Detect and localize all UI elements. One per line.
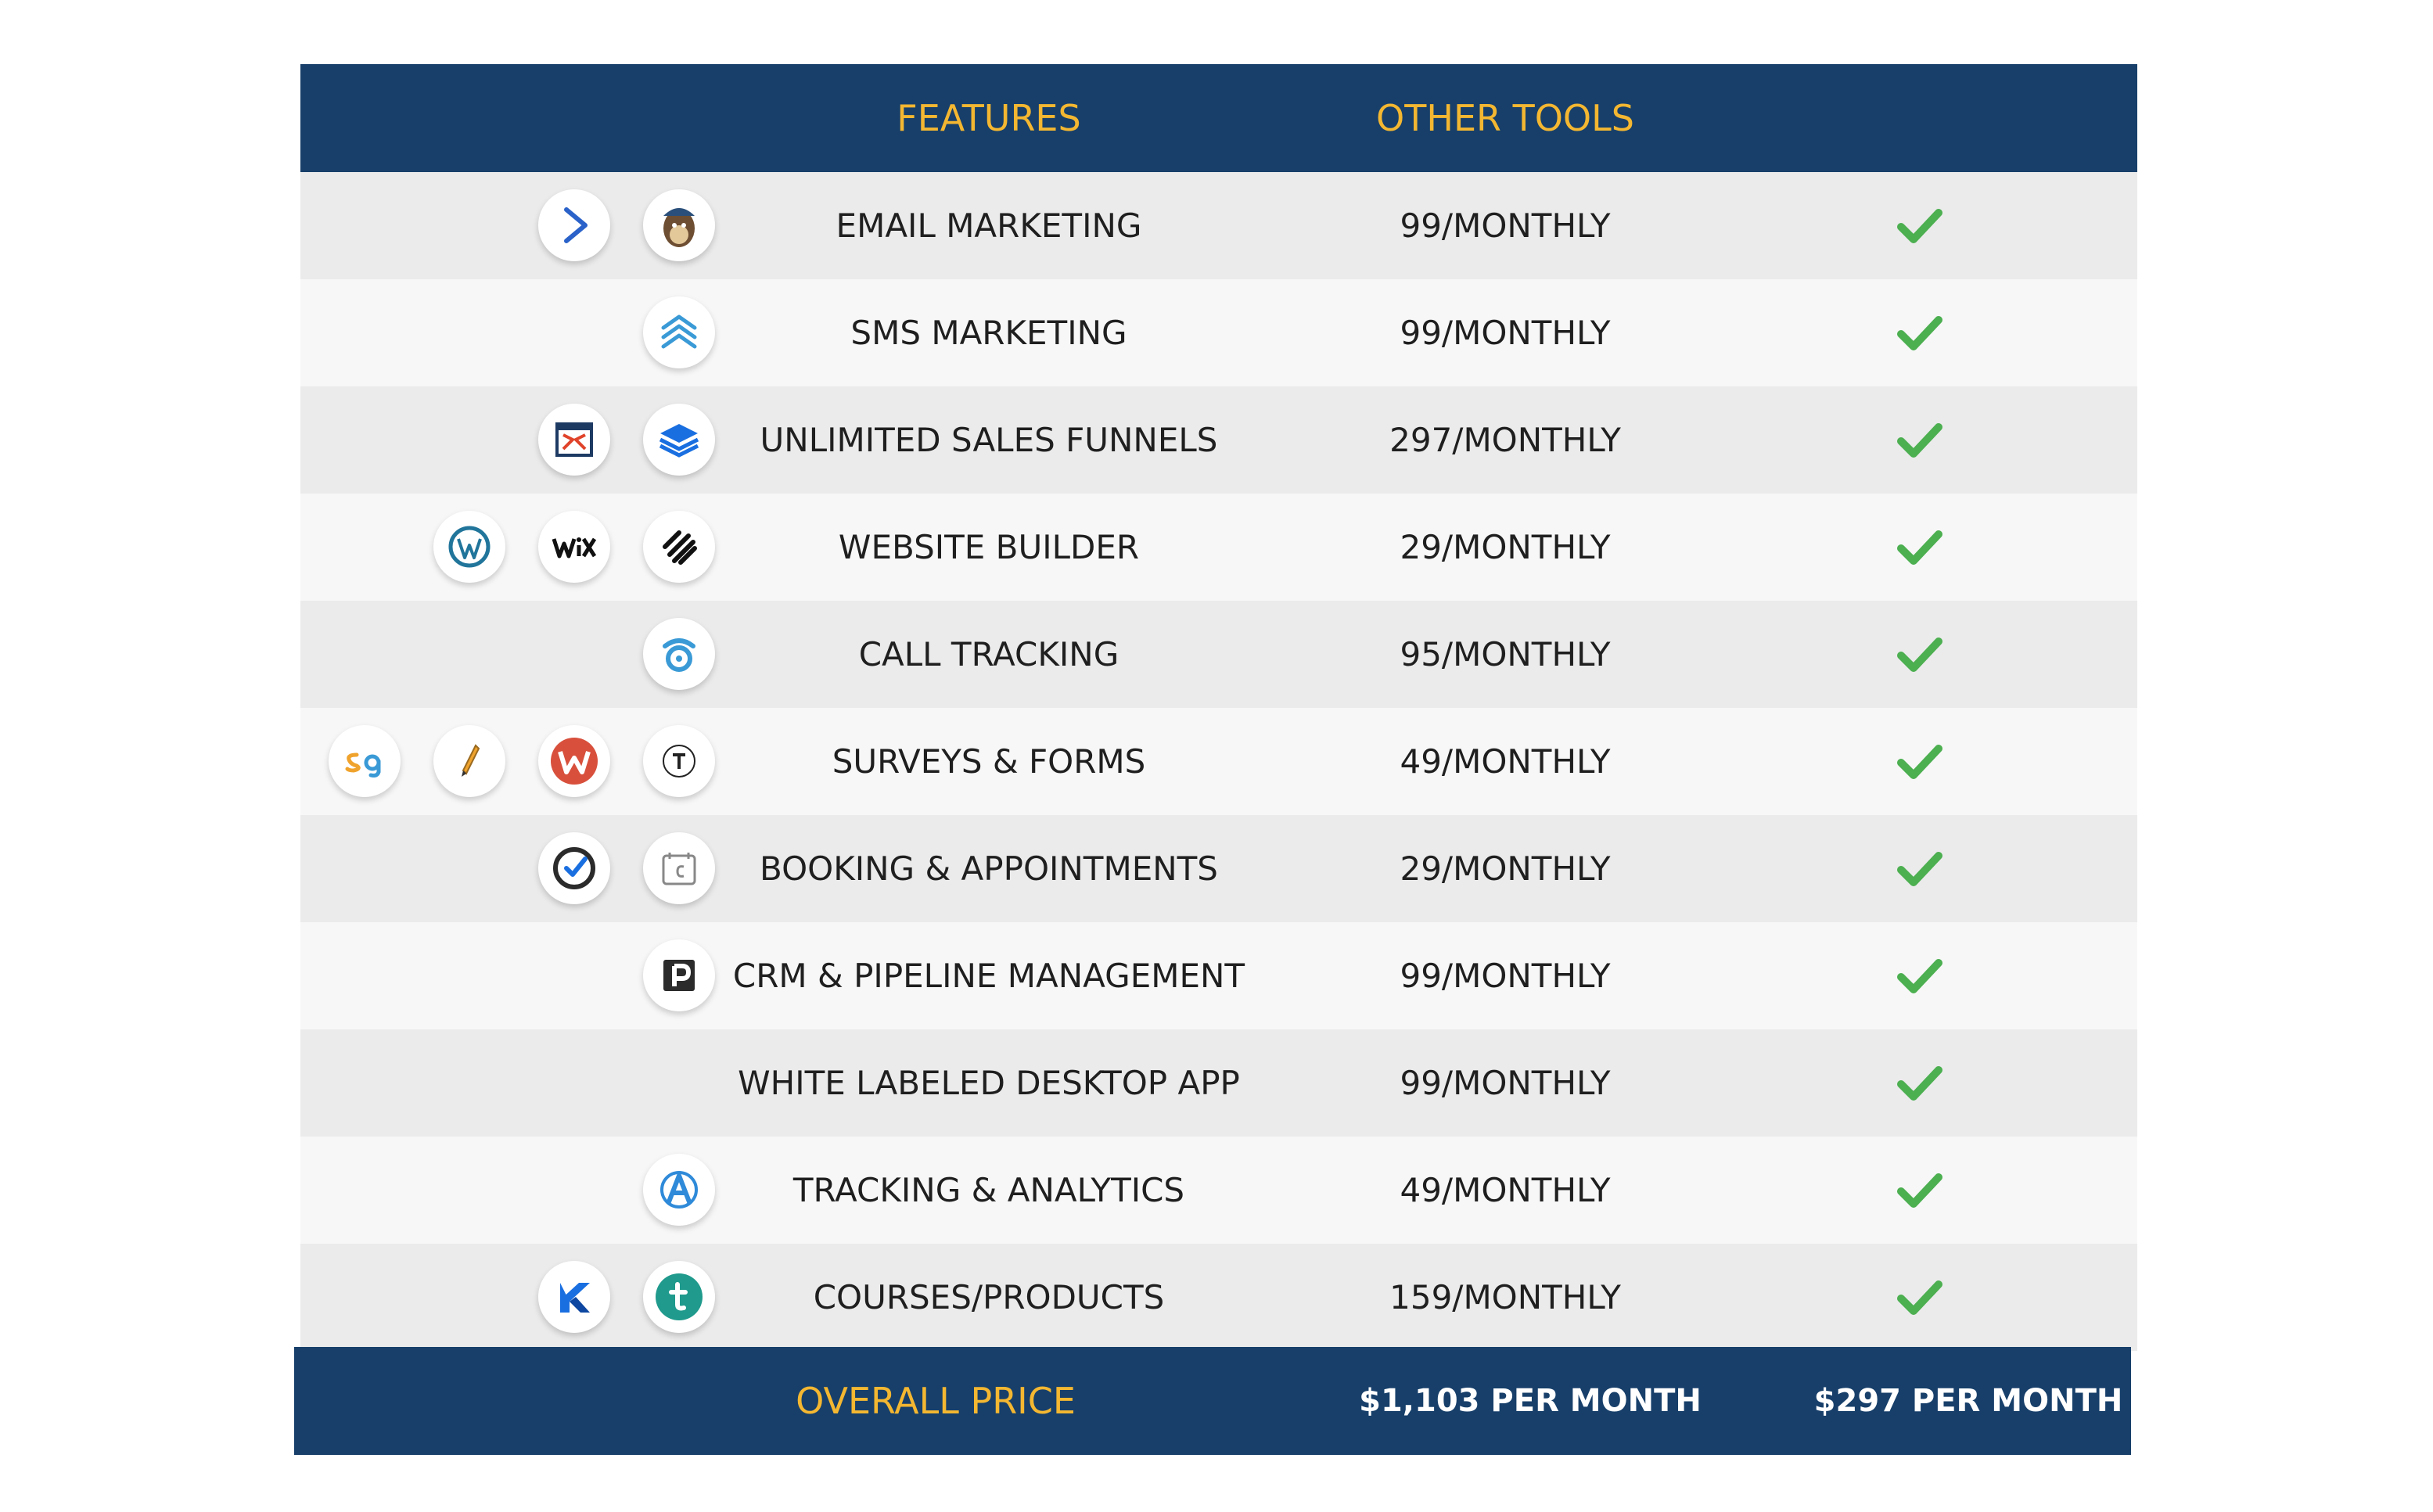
table-row: UNLIMITED SALES FUNNELS 297/MONTHLY [300,386,2137,494]
overall-price-label: OVERALL PRICE [796,1380,1076,1422]
other-tools-price: 49/MONTHLY [1400,742,1611,781]
other-tools-price: 297/MONTHLY [1389,421,1621,459]
table-row: TRACKING & ANALYTICS 49/MONTHLY [300,1137,2137,1244]
table-header: FEATURES OTHER TOOLS [300,64,2137,172]
check-icon [1897,423,1942,458]
feature-label: TRACKING & ANALYTICS [792,1171,1185,1209]
feature-label: SURVEYS & FORMS [832,742,1146,781]
surveygizmo-icon [329,725,401,797]
other-tools-price: 49/MONTHLY [1400,1171,1611,1209]
other-tools-price: 29/MONTHLY [1400,849,1611,888]
check-icon [1897,1280,1942,1315]
feature-label: CALL TRACKING [858,635,1119,673]
check-circle-icon [538,832,610,904]
feature-label: COURSES/PRODUCTS [813,1278,1165,1316]
feature-label: UNLIMITED SALES FUNNELS [760,421,1218,459]
feature-label: BOOKING & APPOINTMENTS [760,849,1218,888]
table-row: EMAIL MARKETING 99/MONTHLY [300,172,2137,279]
pen-icon [433,725,505,797]
features-header: FEATURES [897,97,1081,139]
wufoo-icon [538,725,610,797]
table-row: WEBSITE BUILDER 29/MONTHLY [300,494,2137,601]
other-tools-price: 99/MONTHLY [1400,314,1611,352]
other-tools-price: 95/MONTHLY [1400,635,1611,673]
feature-label: WEBSITE BUILDER [838,528,1140,566]
other-tools-price: 159/MONTHLY [1389,1278,1621,1316]
table-row: CRM & PIPELINE MANAGEMENT 99/MONTHLY [300,922,2137,1029]
table-row: SURVEYS & FORMS 49/MONTHLY [300,708,2137,815]
check-icon [1897,316,1942,350]
check-icon [1897,852,1942,886]
wix-icon [538,511,610,583]
check-icon [1897,209,1942,243]
table-row: BOOKING & APPOINTMENTS 29/MONTHLY [300,815,2137,922]
other-tools-price: 99/MONTHLY [1400,207,1611,245]
check-icon [1897,1066,1942,1101]
other-tools-total: $1,103 PER MONTH [1359,1383,1702,1419]
check-icon [1897,1173,1942,1208]
table-footer: OVERALL PRICE $1,103 PER MONTH $297 PER … [294,1347,2131,1455]
feature-label: CRM & PIPELINE MANAGEMENT [732,957,1245,995]
table-row: COURSES/PRODUCTS 159/MONTHLY [300,1244,2137,1351]
check-icon [1897,530,1942,565]
check-icon [1897,745,1942,779]
wordpress-icon [433,511,505,583]
other-tools-price: 99/MONTHLY [1400,957,1611,995]
our-price-total: $297 PER MONTH [1813,1383,2123,1419]
clickfunnels-icon [538,404,610,476]
table-row: CALL TRACKING 95/MONTHLY [300,601,2137,708]
other-tools-price: 29/MONTHLY [1400,528,1611,566]
feature-label: SMS MARKETING [850,314,1127,352]
table-row: WHITE LABELED DESKTOP APP 99/MONTHLY [300,1029,2137,1137]
other-tools-price: 99/MONTHLY [1400,1064,1611,1102]
table-row: SMS MARKETING 99/MONTHLY [300,279,2137,386]
activecampaign-icon [538,189,610,261]
feature-label: WHITE LABELED DESKTOP APP [738,1064,1240,1102]
other-tools-header: OTHER TOOLS [1376,97,1634,139]
feature-label: EMAIL MARKETING [836,207,1142,245]
check-icon [1897,959,1942,993]
check-icon [1897,637,1942,672]
kajabi-icon [538,1261,610,1333]
